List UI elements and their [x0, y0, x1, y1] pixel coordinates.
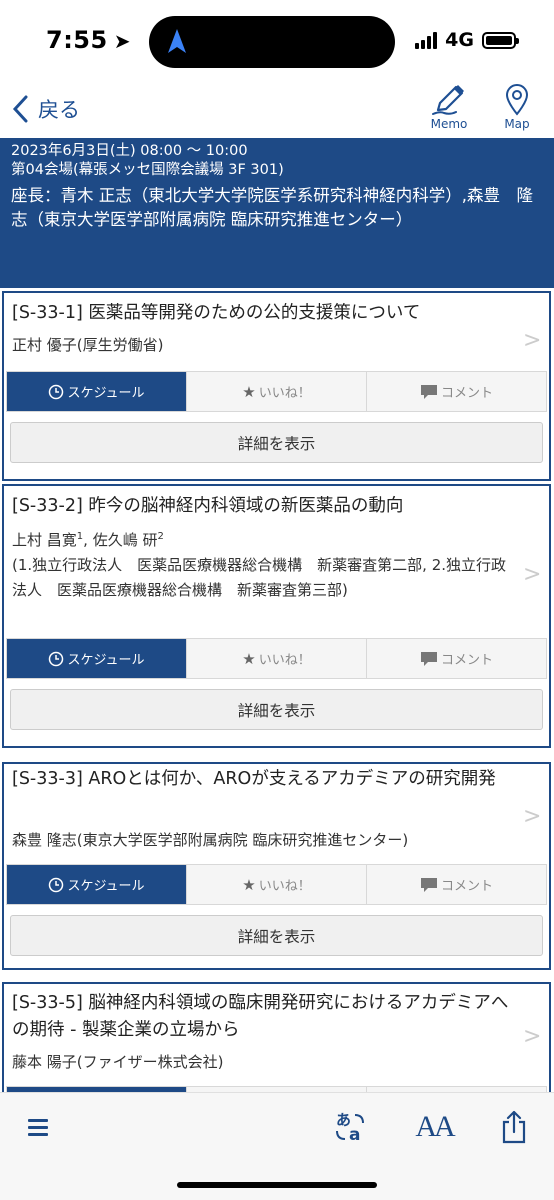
chevron-right-icon[interactable]: >	[523, 804, 541, 829]
presentation-list: [S-33-1] 医薬品等開発のための公的支援策について 正村 優子(厚生労働省…	[0, 288, 554, 1092]
map-label: Map	[504, 117, 530, 131]
back-button[interactable]: 戻る	[12, 92, 80, 126]
presentation-authors: 正村 優子(厚生労働省)	[12, 336, 164, 354]
back-label: 戻る	[38, 98, 80, 122]
presentation-title: [S-33-2] 昨今の脳神経内科領域の新医薬品の動向	[12, 496, 404, 516]
map-button[interactable]: Map	[494, 84, 540, 134]
chevron-right-icon[interactable]: >	[523, 328, 541, 353]
comment-tab[interactable]: コメント	[367, 372, 546, 411]
share-icon	[502, 1110, 526, 1144]
map-pin-icon	[505, 84, 529, 116]
presentation-card[interactable]: [S-33-1] 医薬品等開発のための公的支援策について 正村 優子(厚生労働省…	[2, 291, 551, 481]
session-venue: 第04会場(幕張メッセ国際会議場 3F 301)	[11, 162, 284, 178]
navigation-icon	[168, 29, 186, 53]
presentation-card[interactable]: [S-33-5] 脳神経内科領域の臨床開発研究におけるアカデミアへの期待 - 製…	[2, 982, 551, 1092]
schedule-label: スケジュール	[67, 386, 145, 401]
like-tab[interactable]: ★ いいね！	[187, 372, 367, 411]
hamburger-menu-icon	[28, 1119, 48, 1136]
show-details-button[interactable]: 詳細を表示	[10, 422, 543, 463]
clock-icon	[49, 651, 64, 666]
star-icon: ★	[242, 382, 256, 401]
like-tab[interactable]: ★ いいね！	[187, 865, 367, 904]
comment-icon	[420, 384, 437, 399]
like-label: いいね！	[258, 653, 311, 668]
clock-icon	[49, 384, 64, 399]
action-tabs: スケジュール ★ いいね！ コメント	[6, 638, 547, 679]
presentation-title: [S-33-3] AROとは何か、AROが支えるアカデミアの研究開発	[12, 769, 496, 789]
clock-icon	[49, 877, 64, 892]
schedule-label: スケジュール	[67, 653, 145, 668]
menu-button[interactable]	[18, 1107, 58, 1147]
like-tab[interactable]: ★ いいね！	[187, 639, 367, 678]
pen-icon	[432, 85, 464, 115]
font-size-icon: AA	[415, 1110, 455, 1143]
schedule-label: スケジュール	[67, 879, 145, 894]
comment-icon	[420, 877, 437, 892]
show-details-button[interactable]: 詳細を表示	[10, 689, 543, 730]
author-affiliation-mark: 2	[157, 531, 164, 542]
presentation-title: [S-33-1] 医薬品等開発のための公的支援策について	[12, 303, 421, 323]
comment-label: コメント	[440, 653, 493, 668]
translate-button[interactable]: あ a	[330, 1107, 370, 1147]
home-indicator	[177, 1182, 377, 1188]
presentation-card[interactable]: [S-33-2] 昨今の脳神経内科領域の新医薬品の動向 上村 昌寛1, 佐久嶋 …	[2, 484, 551, 748]
star-icon: ★	[242, 875, 256, 894]
chevron-left-icon	[12, 95, 28, 123]
action-tabs: スケジュール ★ いいね！ コメント	[6, 371, 547, 412]
translate-icon: あ a	[336, 1111, 364, 1145]
comment-label: コメント	[440, 879, 493, 894]
action-tabs: スケジュール ★ いいね！ コメント	[6, 864, 547, 905]
status-time: 7:55 ➤	[46, 26, 131, 54]
dynamic-island	[149, 16, 395, 68]
nav-header: 戻る Memo Map	[0, 84, 554, 138]
comment-icon	[420, 651, 437, 666]
star-icon: ★	[242, 649, 256, 668]
network-type: 4G	[445, 29, 474, 51]
memo-button[interactable]: Memo	[426, 84, 472, 134]
schedule-tab[interactable]: スケジュール	[7, 372, 187, 411]
presentation-authors: 森豊 隆志(東京大学医学部附属病院 臨床研究推進センター)	[12, 831, 409, 849]
status-indicators: 4G	[415, 28, 519, 52]
author-name: 上村 昌寛	[12, 531, 77, 549]
author-name: , 佐久嶋 研	[83, 531, 158, 549]
presentation-authors: 上村 昌寛1, 佐久嶋 研2 (1.独立行政法人 医薬品医療機器総合機構 新薬審…	[12, 528, 511, 603]
like-label: いいね！	[258, 386, 311, 401]
show-details-button[interactable]: 詳細を表示	[10, 915, 543, 956]
memo-label: Memo	[430, 117, 468, 131]
svg-text:a: a	[349, 1125, 360, 1145]
session-date: 2023年6月3日(土) 08:00 〜 10:00	[11, 143, 248, 159]
share-button[interactable]	[494, 1107, 534, 1147]
status-bar: 7:55 ➤ 4G	[0, 0, 554, 84]
presentation-authors: 藤本 陽子(ファイザー株式会社)	[12, 1053, 224, 1071]
chevron-right-icon[interactable]: >	[523, 1024, 541, 1049]
like-label: いいね！	[258, 879, 311, 894]
font-size-button[interactable]: AA	[414, 1107, 455, 1147]
chevron-right-icon[interactable]: >	[523, 562, 541, 587]
schedule-tab[interactable]: スケジュール	[7, 865, 187, 904]
clock: 7:55	[46, 26, 108, 54]
comment-label: コメント	[440, 386, 493, 401]
comment-tab[interactable]: コメント	[367, 865, 546, 904]
author-affiliations: (1.独立行政法人 医薬品医療機器総合機構 新薬審査第二部, 2.独立行政法人 …	[12, 556, 507, 599]
location-arrow-icon: ➤	[113, 29, 131, 53]
battery-icon	[482, 31, 519, 49]
comment-tab[interactable]: コメント	[367, 639, 546, 678]
session-info: 2023年6月3日(土) 08:00 〜 10:00 第04会場(幕張メッセ国際…	[0, 138, 554, 288]
schedule-tab[interactable]: スケジュール	[7, 639, 187, 678]
presentation-title: [S-33-5] 脳神経内科領域の臨床開発研究におけるアカデミアへの期待 - 製…	[12, 993, 509, 1040]
signal-icon	[415, 31, 438, 49]
session-chair: 座長：青木 正志（東北大学大学院医学系研究科神経内科学）,森豊 隆志（東京大学医…	[11, 186, 533, 229]
presentation-card[interactable]: [S-33-3] AROとは何か、AROが支えるアカデミアの研究開発 森豊 隆志…	[2, 762, 551, 970]
